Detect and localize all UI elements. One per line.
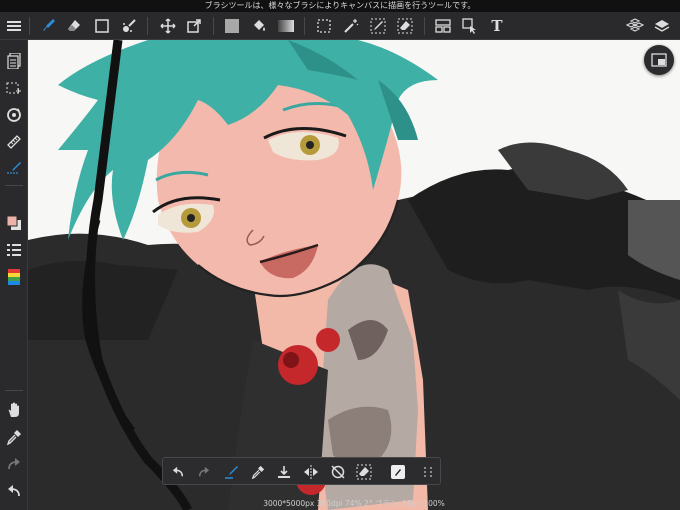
fullscreen-toggle-icon[interactable]: [644, 45, 674, 75]
magic-wand-icon[interactable]: [340, 15, 362, 37]
shape-tool-icon[interactable]: [91, 15, 113, 37]
save-icon[interactable]: [273, 461, 295, 483]
app-window: ブラシツールは、様々なブラシによりキャンバスに描画を行うツールです。 T 300…: [0, 0, 680, 510]
eraser-tool-icon[interactable]: [63, 15, 85, 37]
bucket-tool-icon[interactable]: [248, 15, 270, 37]
top-toolbar: T: [0, 12, 680, 40]
gradation-tool-icon[interactable]: [275, 15, 297, 37]
brush-settings-icon[interactable]: [3, 239, 25, 261]
operation-tool-icon[interactable]: [459, 15, 481, 37]
redo-icon[interactable]: [3, 453, 25, 475]
color-swatch-icon[interactable]: [3, 212, 25, 234]
rotate-reset-icon[interactable]: [327, 461, 349, 483]
undo-icon[interactable]: [167, 461, 189, 483]
brush-quick-icon[interactable]: [220, 461, 242, 483]
more-icon[interactable]: [417, 461, 439, 483]
flip-icon[interactable]: [300, 461, 322, 483]
move-tool-icon[interactable]: [157, 15, 179, 37]
quick-toolbar: [162, 457, 441, 485]
select-tool-icon[interactable]: [313, 15, 335, 37]
fill-toggle-icon[interactable]: [387, 461, 409, 483]
brush-tool-icon[interactable]: [37, 15, 59, 37]
redo-icon[interactable]: [193, 461, 215, 483]
selection-icon[interactable]: [3, 78, 25, 100]
drawing-canvas[interactable]: [28, 40, 680, 510]
hand-tool-icon[interactable]: [3, 399, 25, 421]
status-message: ブラシツールは、様々なブラシによりキャンバスに描画を行うツールです。: [0, 0, 680, 12]
left-sidebar: [0, 40, 28, 510]
rotate-canvas-icon[interactable]: [3, 104, 25, 126]
layers-icon[interactable]: [651, 15, 673, 37]
transform-tool-icon[interactable]: [183, 15, 205, 37]
page-manager-icon[interactable]: [3, 50, 25, 72]
select-pen-icon[interactable]: [367, 15, 389, 37]
select-eraser-icon[interactable]: [394, 15, 416, 37]
ruler-icon[interactable]: [3, 131, 25, 153]
text-tool-icon[interactable]: T: [486, 15, 508, 37]
blur-tool-icon[interactable]: [118, 15, 140, 37]
artwork: [28, 40, 680, 510]
canvas-info: 3000*5000px 350dpi 74% 2° ブラシ: 19px 100%: [263, 499, 445, 508]
eyedropper-icon[interactable]: [3, 426, 25, 448]
materials-icon[interactable]: [624, 15, 646, 37]
palette-icon[interactable]: [3, 266, 25, 288]
frame-divider-icon[interactable]: [432, 15, 454, 37]
menu-icon[interactable]: [3, 15, 25, 37]
snap-brush-icon[interactable]: [3, 157, 25, 179]
eyedropper-icon[interactable]: [247, 461, 269, 483]
undo-icon[interactable]: [3, 480, 25, 502]
eraser-quick-icon[interactable]: [353, 461, 375, 483]
fill-color-icon[interactable]: [221, 15, 243, 37]
